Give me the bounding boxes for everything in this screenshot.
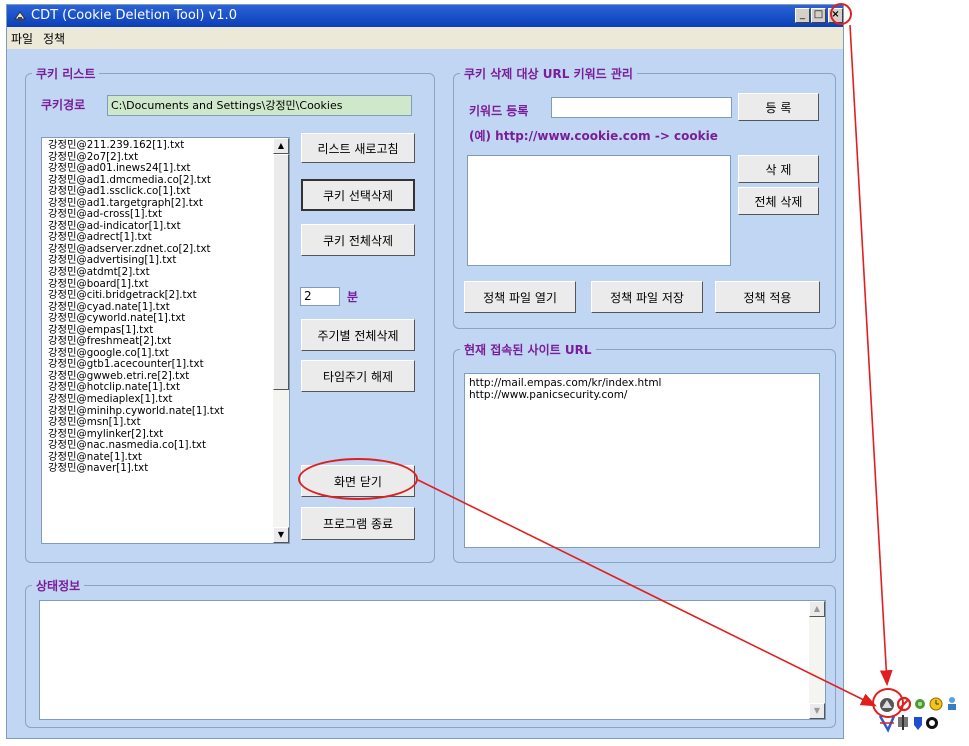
keyword-delete-all-button[interactable]: 전체 삭제 [738,187,819,215]
open-policy-button[interactable]: 정책 파일 열기 [464,281,576,313]
cookie-list-item[interactable]: 강정민@atdmt[2].txt [48,266,268,279]
status-scrollbar[interactable]: ▲ ▼ [809,601,825,719]
status-scroll-down-icon[interactable]: ▼ [809,703,825,719]
cookie-list-item[interactable]: 강정민@211.239.162[1].txt [48,139,268,152]
menu-file[interactable]: 파일 [11,30,33,47]
keyword-group-title: 쿠키 삭제 대상 URL 키워드 관리 [460,65,637,82]
cookie-scrollbar[interactable]: ▲ ▼ [273,138,289,543]
keyword-delete-button[interactable]: 삭 제 [738,155,819,183]
periodic-delete-button[interactable]: 주기별 전체삭제 [301,319,415,351]
interval-unit-label: 분 [347,290,359,304]
green-icon [915,699,925,709]
title-bar[interactable]: CDT (Cookie Deletion Tool) v1.0 _ □ × [7,5,843,27]
minimize-button[interactable]: _ [795,8,810,23]
cookie-items: 강정민@211.239.162[1].txt 강정민@2o7[2].txt 강정민@… [48,139,268,475]
cookie-list-item[interactable]: 강정민@msn[1].txt [48,417,268,429]
scroll-down-icon[interactable]: ▼ [273,527,289,543]
tool-icon [898,715,908,730]
status-scroll-up-icon[interactable]: ▲ [809,601,825,617]
menu-policy[interactable]: 정책 [43,30,65,47]
cookie-list-item[interactable]: 강정민@ad1.ssclick.co[1].txt [48,186,268,198]
status-textbox[interactable]: ▲ ▼ [39,600,826,720]
clock-icon [929,697,943,711]
window-title: CDT (Cookie Deletion Tool) v1.0 [31,8,237,23]
cookie-path-field: C:\Documents and Settings\강정민\Cookies [107,95,412,116]
status-title: 상태정보 [32,577,85,594]
tray-highlight-ellipse [872,688,904,718]
site-url[interactable]: http://www.panicsecurity.com/ [469,389,815,401]
cookie-list-item[interactable]: 강정민@ad01.inews24[1].txt [48,163,268,175]
scroll-thumb[interactable] [273,154,289,390]
keyword-example: (예) http://www.cookie.com -> cookie [469,129,718,143]
cookie-list-item[interactable]: 강정민@naver[1].txt [48,463,268,475]
scroll-up-icon[interactable]: ▲ [273,138,289,154]
cookie-list-item[interactable]: 강정민@citi.bridgetrack[2].txt [48,290,268,302]
keyword-label: 키워드 등록 [469,104,529,118]
user-icon [948,697,956,710]
current-sites-listbox[interactable]: http://mail.empas.com/kr/index.html http… [464,373,820,548]
apply-policy-button[interactable]: 정책 적용 [715,281,820,313]
shield-icon [914,717,922,730]
interval-input[interactable]: 2 [300,287,340,306]
delete-all-cookies-button[interactable]: 쿠키 전체삭제 [301,224,415,256]
network-icon [878,715,896,733]
save-policy-button[interactable]: 정책 파일 저장 [591,281,703,313]
exit-program-button[interactable]: 프로그램 종료 [301,507,415,540]
maximize-button[interactable]: □ [811,8,826,23]
arrow-close-to-tray [849,24,893,687]
refresh-list-button[interactable]: 리스트 새로고침 [301,133,415,163]
keyword-listbox[interactable] [467,155,731,266]
cancel-timer-button[interactable]: 타임주기 해제 [301,360,415,392]
register-button[interactable]: 등 록 [738,93,819,121]
cookie-list-item[interactable]: 강정민@mediaplex[1].txt [48,393,268,406]
cookie-list-title: 쿠키 리스트 [32,65,100,82]
site-url[interactable]: http://mail.empas.com/kr/index.html [469,377,815,389]
app-icon [14,11,26,21]
menu-bar: 파일 정책 [7,27,843,49]
info-icon [926,717,938,729]
close-highlight-ellipse [830,3,852,25]
close-screen-highlight-ellipse [298,458,418,500]
delete-selected-button[interactable]: 쿠키 선택삭제 [301,179,415,211]
cookie-listbox[interactable]: 강정민@211.239.162[1].txt 강정민@2o7[2].txt 강정민@… [41,137,290,544]
current-sites-title: 현재 접속된 사이트 URL [460,341,596,358]
keyword-input[interactable] [551,97,732,118]
cookie-path-label: 쿠키경로 [41,98,86,112]
app-window: CDT (Cookie Deletion Tool) v1.0 _ □ × 파일… [6,4,844,739]
